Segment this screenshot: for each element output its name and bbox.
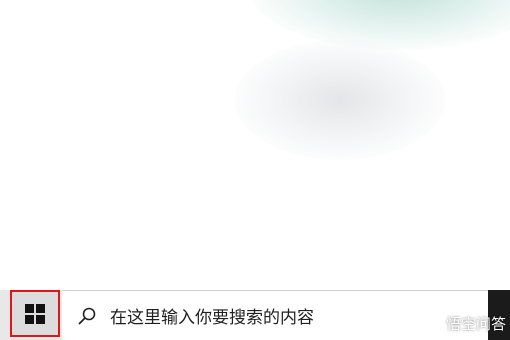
search-icon [76,305,98,327]
wallpaper-glow [250,0,510,50]
desktop-wallpaper [0,0,510,290]
windows-logo-icon [25,303,45,324]
watermark-text: 悟空问答 [445,315,506,333]
watermark: 悟空问答 [427,313,506,334]
wallpaper-shadow [235,40,445,160]
search-placeholder[interactable]: 在这里输入你要搜索的内容 [110,303,314,328]
search-box[interactable]: 在这里输入你要搜索的内容 [62,290,488,340]
start-button[interactable] [10,290,60,337]
wukong-logo-icon [427,316,443,331]
